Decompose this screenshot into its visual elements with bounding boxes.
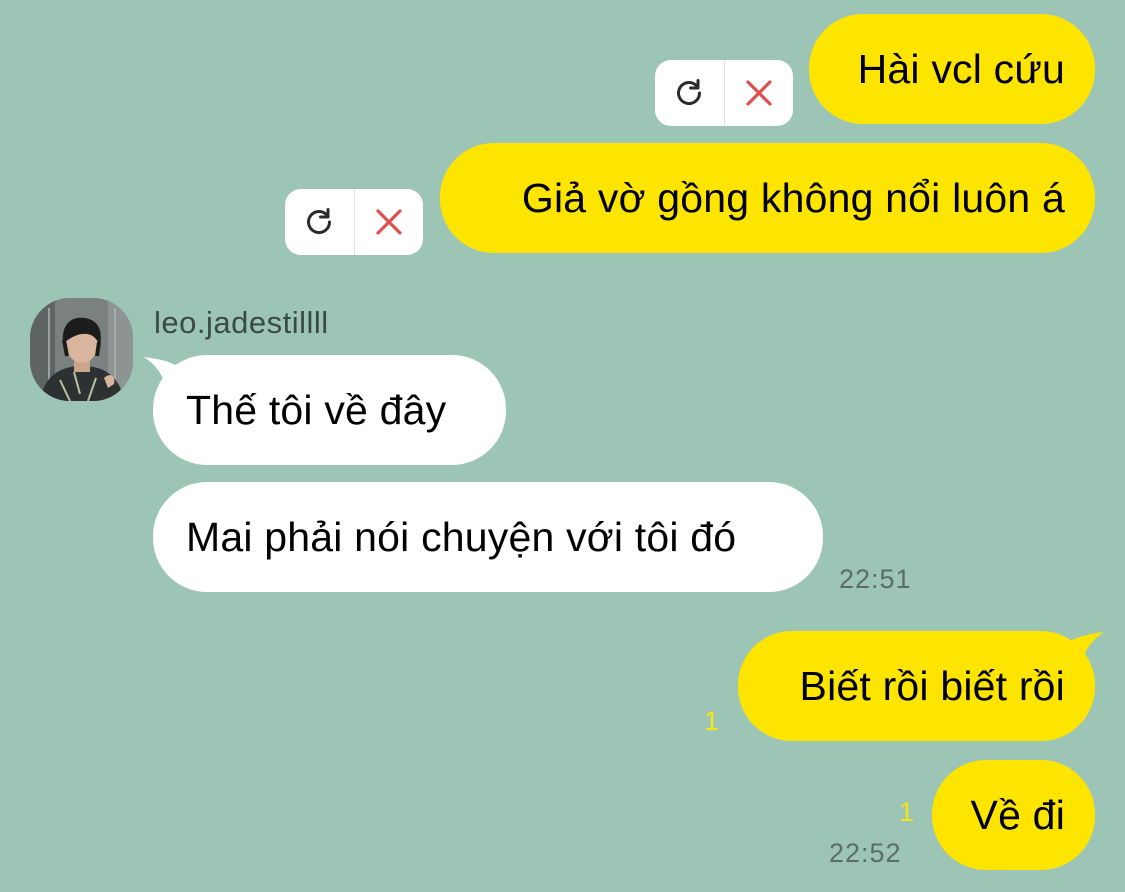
unread-count: 1 (899, 797, 915, 827)
message-text: Hài vcl cứu (857, 45, 1065, 92)
refresh-icon (677, 79, 702, 106)
failed-message-actions (655, 60, 793, 126)
message-bubble-outgoing[interactable]: Hài vcl cứu (809, 14, 1095, 124)
message-text: Giả vờ gồng không nổi luôn á (521, 174, 1065, 221)
close-icon (376, 209, 402, 235)
failed-message-actions (285, 189, 423, 255)
retry-button[interactable] (655, 60, 724, 126)
message-bubble-outgoing[interactable]: Giả vờ gồng không nổi luôn á (440, 143, 1095, 253)
message-text: Biết rồi biết rồi (799, 662, 1065, 709)
message-text: Thế tôi về đây (186, 386, 447, 433)
close-icon (746, 80, 772, 106)
message-bubble-outgoing[interactable]: Biết rồi biết rồi (738, 631, 1095, 741)
message-text: Về đi (970, 791, 1065, 838)
message-text: Mai phải nói chuyện với tôi đó (186, 513, 737, 560)
profile-photo (30, 298, 133, 401)
unread-count: 1 (704, 706, 720, 736)
delete-button[interactable] (355, 189, 424, 255)
message-bubble-incoming[interactable]: Mai phải nói chuyện với tôi đó (153, 482, 823, 592)
avatar[interactable] (30, 298, 133, 401)
message-bubble-incoming[interactable]: Thế tôi về đây (153, 355, 506, 465)
message-timestamp: 22:51 (839, 564, 912, 594)
sender-name: leo.jadestillll (154, 305, 329, 340)
retry-button[interactable] (285, 189, 354, 255)
delete-button[interactable] (725, 60, 794, 126)
message-timestamp: 22:52 (829, 838, 902, 868)
message-bubble-outgoing[interactable]: Về đi (932, 760, 1095, 870)
refresh-icon (307, 208, 332, 235)
